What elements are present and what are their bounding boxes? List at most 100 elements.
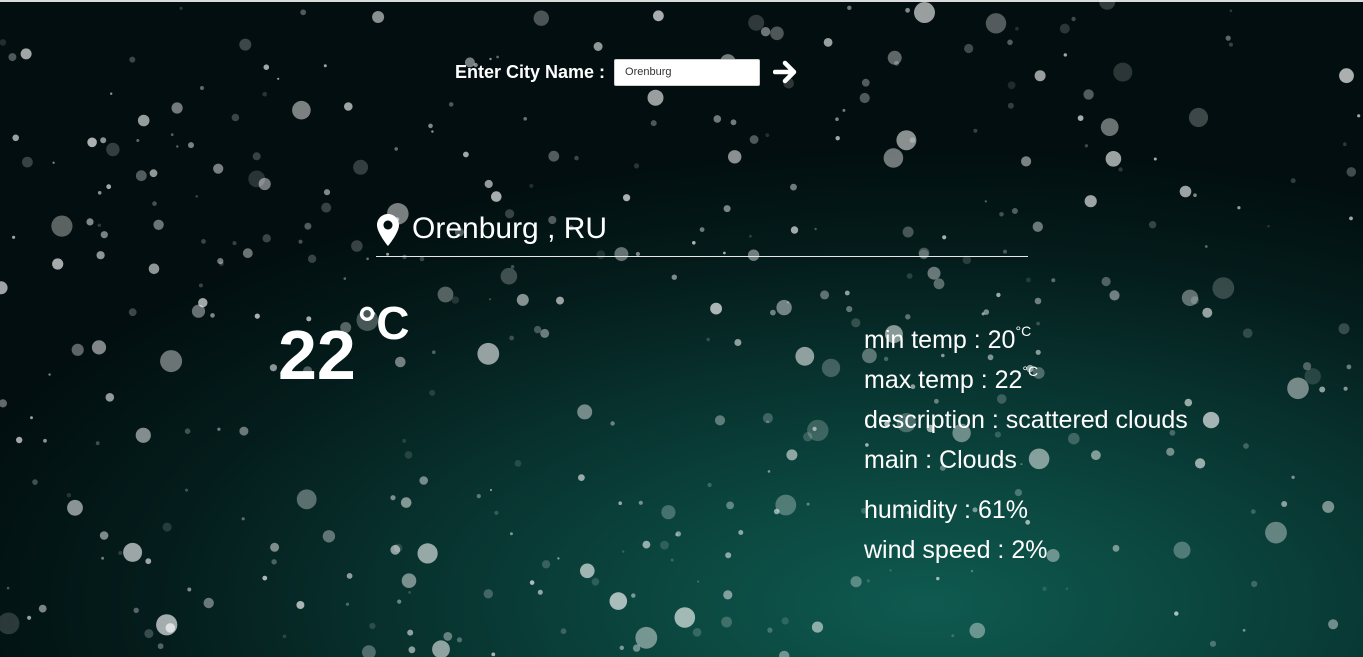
bokeh-dot [1105,151,1122,167]
bokeh-dot [650,120,657,127]
bokeh-dot [1290,178,1296,184]
bokeh-dot [300,9,307,16]
bokeh-dot [429,389,436,396]
bokeh-dot [133,607,139,613]
bokeh-dot [762,413,774,424]
bokeh-dot [730,119,737,126]
main-row: main : Clouds [864,440,1188,480]
wind-speed-row: wind speed : 2% [864,530,1188,570]
bokeh-dot [1051,278,1056,283]
top-border [0,0,1363,2]
location-header: Orenburg , RU [376,200,1028,257]
bokeh-dot [136,139,140,142]
bokeh-dot [252,152,261,161]
bokeh-dot [195,195,198,198]
bokeh-dot [217,427,221,431]
bokeh-dot [12,235,16,239]
bokeh-dot [1181,289,1199,306]
main-value: Clouds [939,446,1017,474]
bokeh-dot [1174,611,1179,616]
bokeh-dot [1265,521,1287,544]
bokeh-dot [483,589,493,599]
bokeh-dot [706,337,710,342]
bokeh-dot [500,267,518,285]
search-label: Enter City Name : [455,61,606,82]
bokeh-dot [448,102,454,107]
bokeh-dot [1071,16,1076,22]
bokeh-dot [201,239,206,244]
bokeh-dot [962,255,971,265]
min-temp-value: 20 [987,326,1016,354]
city-name-input[interactable] [614,58,761,86]
bokeh-dot [548,150,560,162]
bokeh-dot [1303,362,1312,371]
bokeh-dot [97,191,102,195]
bokeh-dot [106,184,112,190]
bokeh-dot [533,10,549,26]
bokeh-dot [1118,167,1123,172]
bokeh-dot [723,590,733,600]
bokeh-dot [821,358,841,378]
bokeh-dot [1083,89,1094,100]
bokeh-dot [149,169,158,178]
bokeh-dot [927,266,941,280]
bokeh-dot [71,343,84,356]
bokeh-dot [734,339,742,346]
bokeh-dot [861,78,870,87]
bokeh-dot [321,202,332,213]
bokeh-dot [1281,501,1288,507]
bokeh-dot [578,474,585,481]
bokeh-dot [574,155,579,161]
bokeh-dot [476,494,481,499]
bokeh-dot [580,563,595,579]
bokeh-dot [307,254,317,263]
bokeh-dot [144,629,154,639]
bokeh-dot [30,416,33,420]
bokeh-dot [985,13,1007,34]
search-submit-button[interactable] [772,58,800,86]
bokeh-dot [635,626,658,649]
bokeh-dot [909,137,916,143]
bokeh-dot [451,296,460,304]
bokeh-dot [239,38,252,51]
bokeh-dot [277,77,280,80]
bokeh-dot [1007,39,1013,46]
bokeh-dot [345,602,350,606]
bokeh-dot [95,441,100,446]
max-temp-value: 22 [994,366,1023,394]
bokeh-dot [842,108,846,112]
bokeh-dot [67,499,83,516]
bokeh-dot [1026,277,1031,283]
bokeh-dot [262,91,268,97]
bokeh-dot [631,593,636,598]
bokeh-dot [593,42,603,51]
min-temp-unit: °C [1015,323,1032,339]
bokeh-dot [171,102,183,114]
bokeh-dot [484,179,493,189]
bokeh-dot [725,552,732,559]
bokeh-dot [20,48,32,60]
bokeh-dot [807,419,829,442]
bokeh-dot [1228,42,1233,47]
bokeh-dot [51,215,73,237]
bokeh-dot [129,56,136,63]
bokeh-dot [100,137,107,144]
bokeh-dot [1179,185,1192,198]
bokeh-dot [1242,328,1253,339]
bokeh-dot [38,604,47,613]
bokeh-dot [1357,114,1361,118]
bokeh-dot [618,501,622,506]
bokeh-dot [270,542,280,552]
bokeh-dot [557,557,560,560]
bokeh-dot [633,163,640,169]
bokeh-dot [905,7,910,13]
bokeh-dot [1202,411,1220,429]
bokeh-dot [638,500,643,505]
bokeh-dot [0,39,7,46]
bokeh-dot [812,426,817,431]
bokeh-dot [372,11,385,23]
bokeh-dot [323,64,327,68]
bokeh-dot [866,579,870,583]
bokeh-dot [1065,587,1069,590]
bokeh-dot [52,161,55,164]
